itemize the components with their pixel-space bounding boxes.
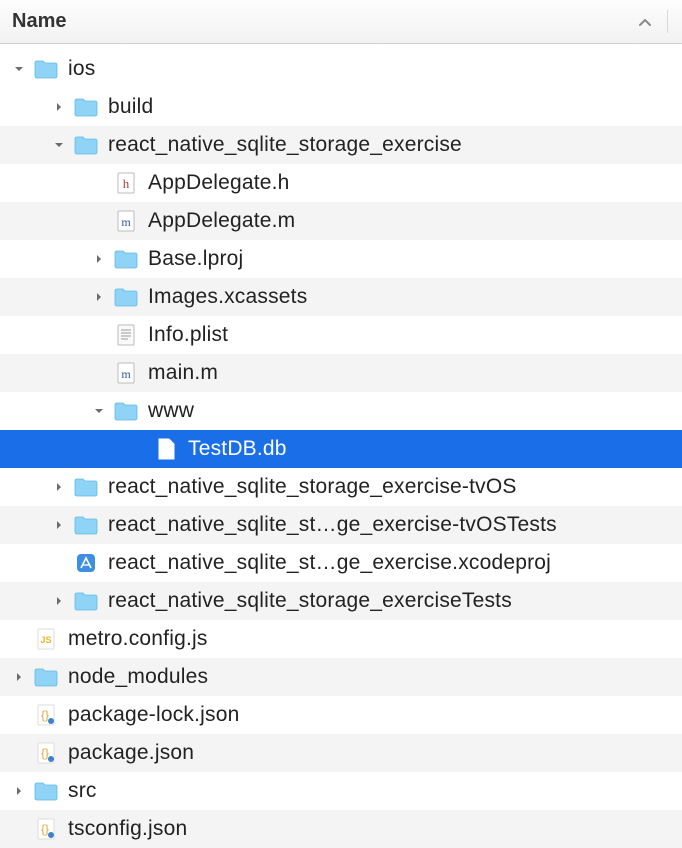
- h-file-icon: h: [112, 169, 140, 197]
- tree-row-label: TestDB.db: [188, 437, 287, 461]
- db-file-icon: [152, 435, 180, 463]
- svg-text:m: m: [121, 215, 131, 229]
- m-file-icon: m: [112, 207, 140, 235]
- tree-row-label: ios: [68, 57, 95, 81]
- tree-row-label: tsconfig.json: [68, 817, 187, 841]
- file-tree[interactable]: ios build react_native_sqlite_storage_exer…: [0, 44, 682, 848]
- disclosure-right-icon[interactable]: [52, 594, 66, 608]
- tree-row[interactable]: {} package-lock.json: [0, 696, 682, 734]
- tree-row[interactable]: src: [0, 772, 682, 810]
- disclosure-none-icon: [92, 328, 106, 342]
- column-header[interactable]: Name: [0, 0, 682, 44]
- tree-row[interactable]: react_native_sqlite_storage_exercise-tvO…: [0, 468, 682, 506]
- folder-icon: [72, 587, 100, 615]
- tree-row[interactable]: node_modules: [0, 658, 682, 696]
- tree-row[interactable]: react_native_sqlite_storage_exerciseTest…: [0, 582, 682, 620]
- tree-row-label: metro.config.js: [68, 627, 208, 651]
- json-file-icon: {}: [32, 701, 60, 729]
- tree-row[interactable]: {} tsconfig.json: [0, 810, 682, 848]
- svg-text:JS: JS: [40, 635, 51, 645]
- folder-icon: [72, 93, 100, 121]
- tree-row[interactable]: Images.xcassets: [0, 278, 682, 316]
- tree-row[interactable]: h AppDelegate.h: [0, 164, 682, 202]
- tree-row[interactable]: react_native_sqlite_storage_exercise: [0, 126, 682, 164]
- tree-row-label: build: [108, 95, 153, 119]
- tree-row[interactable]: ios: [0, 50, 682, 88]
- disclosure-right-icon[interactable]: [12, 784, 26, 798]
- disclosure-none-icon: [92, 176, 106, 190]
- disclosure-none-icon: [92, 366, 106, 380]
- disclosure-none-icon: [52, 556, 66, 570]
- svg-text:{}: {}: [41, 822, 49, 836]
- disclosure-right-icon[interactable]: [92, 290, 106, 304]
- tree-row-label: main.m: [148, 361, 218, 385]
- disclosure-none-icon: [12, 822, 26, 836]
- svg-text:h: h: [123, 176, 130, 191]
- tree-row-label: Images.xcassets: [148, 285, 307, 309]
- tree-row[interactable]: {} package.json: [0, 734, 682, 772]
- folder-icon: [112, 283, 140, 311]
- json-file-icon: {}: [32, 815, 60, 843]
- disclosure-right-icon[interactable]: [92, 252, 106, 266]
- sort-indicator-icon[interactable]: [638, 10, 652, 34]
- column-divider: [667, 10, 668, 33]
- disclosure-down-icon[interactable]: [92, 404, 106, 418]
- disclosure-none-icon: [92, 214, 106, 228]
- disclosure-none-icon: [12, 746, 26, 760]
- tree-row-label: AppDelegate.h: [148, 171, 290, 195]
- plist-file-icon: [112, 321, 140, 349]
- tree-row[interactable]: TestDB.db: [0, 430, 682, 468]
- tree-row-label: src: [68, 779, 97, 803]
- disclosure-down-icon[interactable]: [12, 62, 26, 76]
- disclosure-down-icon[interactable]: [52, 138, 66, 152]
- folder-icon: [32, 663, 60, 691]
- svg-text:{}: {}: [41, 708, 49, 722]
- tree-row-label: Info.plist: [148, 323, 228, 347]
- tree-row[interactable]: Info.plist: [0, 316, 682, 354]
- tree-row-label: package-lock.json: [68, 703, 240, 727]
- tree-row-label: AppDelegate.m: [148, 209, 295, 233]
- folder-icon: [32, 777, 60, 805]
- folder-icon: [72, 131, 100, 159]
- svg-text:{}: {}: [41, 746, 49, 760]
- tree-row[interactable]: Base.lproj: [0, 240, 682, 278]
- disclosure-right-icon[interactable]: [52, 100, 66, 114]
- folder-icon: [32, 55, 60, 83]
- json-file-icon: {}: [32, 739, 60, 767]
- tree-row[interactable]: build: [0, 88, 682, 126]
- tree-row-label: react_native_sqlite_st…ge_exercise.xcode…: [108, 551, 551, 575]
- tree-row[interactable]: JS metro.config.js: [0, 620, 682, 658]
- disclosure-none-icon: [12, 708, 26, 722]
- folder-icon: [72, 511, 100, 539]
- m-file-icon: m: [112, 359, 140, 387]
- tree-row[interactable]: m AppDelegate.m: [0, 202, 682, 240]
- tree-row-label: react_native_sqlite_storage_exercise: [108, 133, 462, 157]
- disclosure-none-icon: [12, 632, 26, 646]
- folder-icon: [112, 397, 140, 425]
- tree-row-label: react_native_sqlite_storage_exercise-tvO…: [108, 475, 517, 499]
- folder-icon: [112, 245, 140, 273]
- tree-row-label: node_modules: [68, 665, 208, 689]
- tree-row-label: package.json: [68, 741, 194, 765]
- xcodeproj-icon: [72, 549, 100, 577]
- svg-text:m: m: [121, 367, 131, 381]
- disclosure-right-icon[interactable]: [52, 480, 66, 494]
- tree-row-label: www: [148, 399, 194, 423]
- tree-row[interactable]: m main.m: [0, 354, 682, 392]
- disclosure-right-icon[interactable]: [52, 518, 66, 532]
- folder-icon: [72, 473, 100, 501]
- tree-row[interactable]: react_native_sqlite_st…ge_exercise-tvOST…: [0, 506, 682, 544]
- tree-row-label: Base.lproj: [148, 247, 243, 271]
- column-header-title: Name: [12, 10, 66, 33]
- disclosure-right-icon[interactable]: [12, 670, 26, 684]
- tree-row-label: react_native_sqlite_st…ge_exercise-tvOST…: [108, 513, 557, 537]
- tree-row[interactable]: www: [0, 392, 682, 430]
- tree-row[interactable]: react_native_sqlite_st…ge_exercise.xcode…: [0, 544, 682, 582]
- disclosure-none-icon: [132, 442, 146, 456]
- tree-row-label: react_native_sqlite_storage_exerciseTest…: [108, 589, 512, 613]
- js-file-icon: JS: [32, 625, 60, 653]
